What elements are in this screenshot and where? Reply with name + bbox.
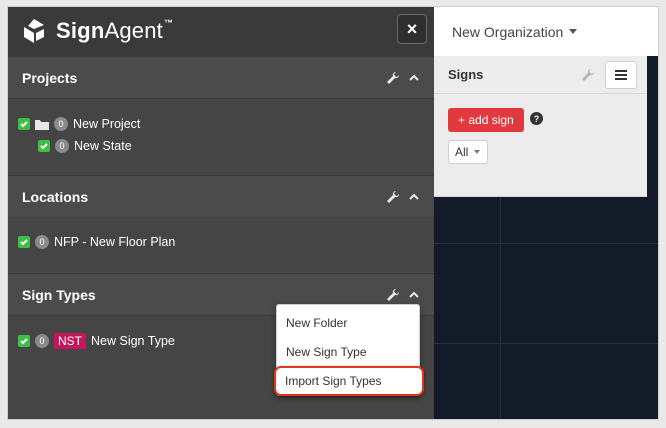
menu-item-new-folder[interactable]: New Folder xyxy=(277,309,421,337)
grid-line xyxy=(434,343,658,344)
chevron-up-icon[interactable] xyxy=(408,191,420,203)
hamburger-menu-button[interactable] xyxy=(605,60,637,89)
checkbox-icon[interactable] xyxy=(18,118,30,130)
projects-list: 0 New Project 0 New State xyxy=(8,99,434,175)
wrench-icon[interactable] xyxy=(581,68,595,82)
sign-types-title: Sign Types xyxy=(22,286,96,303)
checkbox-icon[interactable] xyxy=(18,236,30,248)
organization-name: New Organization xyxy=(452,23,564,40)
wrench-icon[interactable] xyxy=(386,71,400,85)
logo: SignAgent™ xyxy=(20,17,173,45)
chevron-up-icon[interactable] xyxy=(408,72,420,84)
brand-bar: SignAgent™ × xyxy=(8,7,434,56)
grid-line xyxy=(500,197,501,419)
count-badge: 0 xyxy=(35,334,49,348)
brand-name: SignAgent™ xyxy=(56,18,174,43)
checkbox-icon[interactable] xyxy=(18,335,30,347)
locations-section: Locations 0 NFP - New Floor Plan xyxy=(8,175,434,272)
caret-down-icon xyxy=(569,29,578,34)
sign-types-menu: New Folder New Sign Type Import Sign Typ… xyxy=(274,304,424,396)
tree-item-label: NFP - New Floor Plan xyxy=(54,235,176,249)
organization-selector[interactable]: New Organization xyxy=(434,7,658,56)
app-window: SignAgent™ × Projects 0 New Project 0 Ne… xyxy=(7,6,659,420)
tree-item-label: New Project xyxy=(73,117,141,131)
logo-mark-icon xyxy=(24,19,44,43)
signs-title: Signs xyxy=(448,67,484,82)
projects-title: Projects xyxy=(22,69,78,86)
tree-item[interactable]: 0 NFP - New Floor Plan xyxy=(18,231,434,253)
caret-down-icon xyxy=(474,150,481,154)
folder-icon xyxy=(35,119,49,130)
count-badge: 0 xyxy=(55,139,69,153)
sign-type-abbr-badge: NST xyxy=(54,333,86,349)
map-canvas-edge xyxy=(647,56,658,197)
tree-item[interactable]: 0 New Project xyxy=(18,113,434,135)
menu-item-new-sign-type[interactable]: New Sign Type xyxy=(277,338,421,366)
signs-header: Signs xyxy=(434,56,647,94)
locations-list: 0 NFP - New Floor Plan xyxy=(8,218,434,272)
count-badge: 0 xyxy=(35,235,49,249)
menu-item-import-sign-types[interactable]: Import Sign Types xyxy=(274,366,424,396)
chevron-up-icon[interactable] xyxy=(408,289,420,301)
checkbox-icon[interactable] xyxy=(38,140,50,152)
grid-line xyxy=(434,243,658,244)
locations-title: Locations xyxy=(22,188,89,205)
wrench-icon[interactable] xyxy=(386,288,400,302)
help-icon[interactable]: ? xyxy=(530,112,543,125)
filter-value: All xyxy=(455,145,469,159)
projects-header[interactable]: Projects xyxy=(8,56,434,99)
tree-item-label: New State xyxy=(74,139,132,153)
wrench-icon[interactable] xyxy=(386,190,400,204)
tree-item-label: New Sign Type xyxy=(91,334,175,348)
locations-header[interactable]: Locations xyxy=(8,175,434,218)
close-icon: × xyxy=(406,18,418,39)
add-sign-button[interactable]: + add sign xyxy=(448,108,524,132)
count-badge: 0 xyxy=(54,117,68,131)
signs-panel: Signs + add sign ? All xyxy=(434,56,647,197)
close-button[interactable]: × xyxy=(397,14,427,44)
map-canvas[interactable] xyxy=(434,197,658,419)
projects-section: Projects 0 New Project 0 New State xyxy=(8,56,434,175)
signs-filter-select[interactable]: All xyxy=(448,140,488,164)
hamburger-menu-icon xyxy=(615,69,627,80)
tree-item[interactable]: 0 New State xyxy=(18,135,434,157)
